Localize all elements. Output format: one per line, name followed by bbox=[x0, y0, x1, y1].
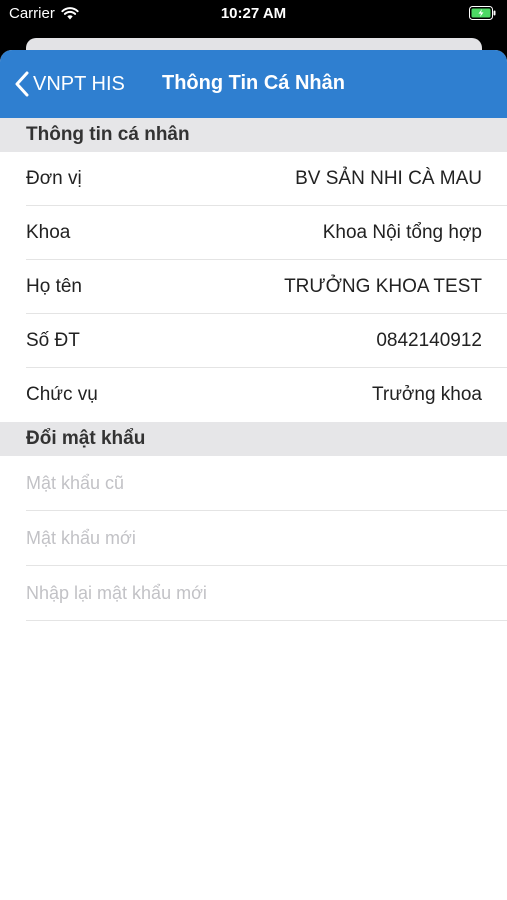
status-time: 10:27 AM bbox=[220, 5, 287, 22]
new-password-field bbox=[26, 511, 507, 566]
chevron-left-icon bbox=[15, 71, 29, 97]
info-label: Đơn vị bbox=[26, 168, 82, 189]
info-value: BV SẢN NHI CÀ MAU bbox=[295, 168, 482, 189]
section-header-change-password: Đổi mật khẩu bbox=[0, 422, 507, 456]
page-title: Thông Tin Cá Nhân bbox=[162, 72, 345, 94]
info-row-position: Chức vụ Trưởng khoa bbox=[26, 368, 507, 422]
status-bar: Carrier 10:27 AM bbox=[0, 0, 507, 28]
confirm-password-input[interactable] bbox=[26, 581, 466, 605]
old-password-input[interactable] bbox=[26, 471, 466, 495]
info-value: Trưởng khoa bbox=[371, 384, 482, 405]
info-row-unit: Đơn vị BV SẢN NHI CÀ MAU bbox=[26, 152, 507, 206]
new-password-input[interactable] bbox=[26, 526, 466, 550]
info-label: Số ĐT bbox=[26, 330, 80, 351]
info-label: Họ tên bbox=[26, 276, 82, 297]
back-button-label: VNPT HIS bbox=[33, 72, 125, 95]
info-label: Chức vụ bbox=[26, 384, 98, 405]
info-row-phone: Số ĐT 0842140912 bbox=[26, 314, 507, 368]
info-row-full-name: Họ tên TRƯỞNG KHOA TEST bbox=[26, 260, 507, 314]
info-value: TRƯỞNG KHOA TEST bbox=[284, 276, 482, 297]
battery-icon bbox=[469, 6, 497, 20]
info-value: Khoa Nội tổng hợp bbox=[322, 222, 482, 243]
back-button[interactable]: VNPT HIS bbox=[14, 67, 125, 101]
confirm-password-field bbox=[26, 566, 507, 621]
section-header-personal-info: Thông tin cá nhân bbox=[0, 118, 507, 152]
old-password-field bbox=[26, 456, 507, 511]
info-value: 0842140912 bbox=[376, 330, 482, 351]
info-label: Khoa bbox=[26, 222, 71, 243]
info-row-department: Khoa Khoa Nội tổng hợp bbox=[26, 206, 507, 260]
navigation-bar: VNPT HIS Thông Tin Cá Nhân bbox=[0, 50, 507, 118]
modal-sheet: VNPT HIS Thông Tin Cá Nhân Thông tin cá … bbox=[0, 50, 507, 900]
